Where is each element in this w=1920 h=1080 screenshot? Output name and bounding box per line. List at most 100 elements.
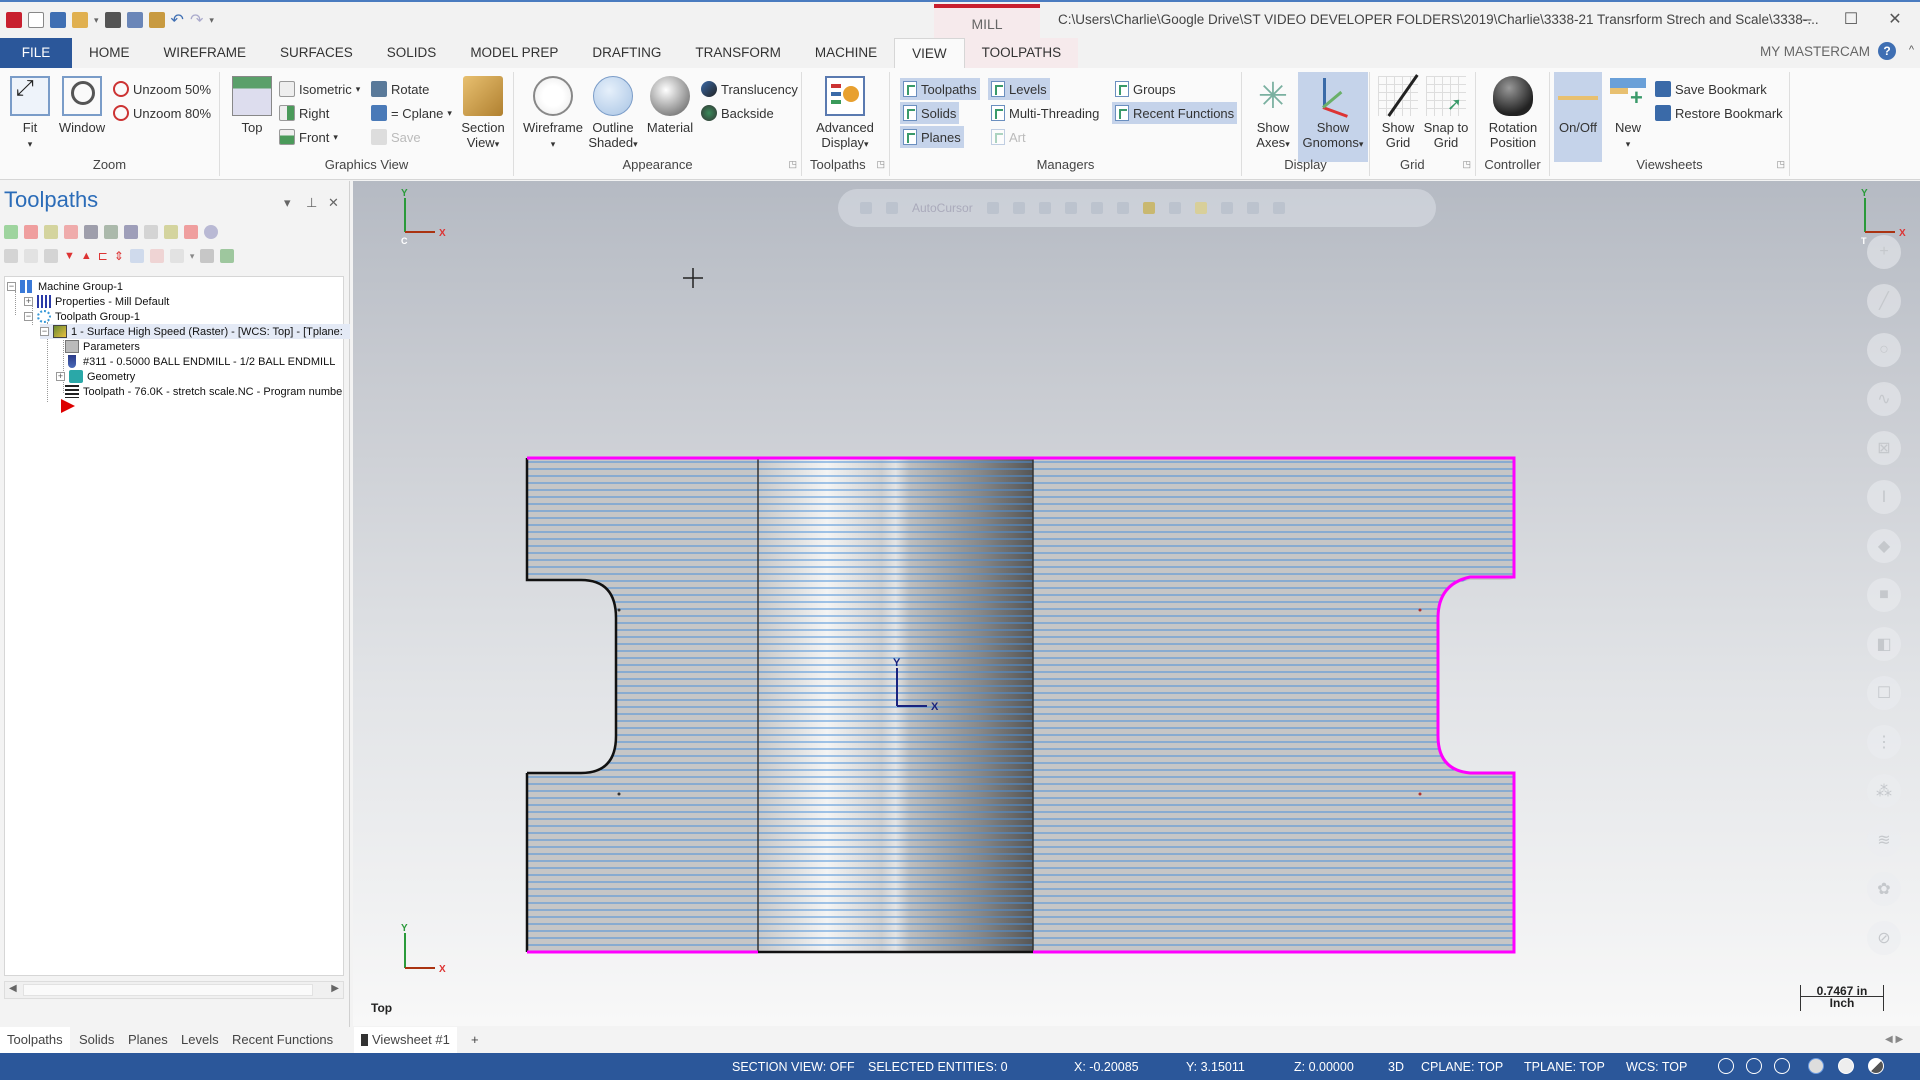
pin-icon[interactable]: ⊥	[306, 195, 317, 211]
regenerate-dirty-icon[interactable]	[64, 225, 78, 239]
mode-3d-toggle[interactable]: 3D	[1388, 1060, 1404, 1074]
mask-result-icon[interactable]: ☐	[1867, 676, 1901, 710]
tab-surfaces[interactable]: SURFACES	[263, 38, 370, 68]
help-icon[interactable]	[204, 225, 218, 239]
print-icon[interactable]	[104, 12, 121, 28]
add-viewsheet-button[interactable]: +	[464, 1027, 486, 1053]
shaded-edges-icon[interactable]	[1838, 1058, 1854, 1074]
bottom-tab-toolpaths[interactable]: Toolpaths	[0, 1027, 70, 1053]
options-dropdown-icon[interactable]: ▾	[190, 251, 195, 262]
tool-display-icon[interactable]	[149, 249, 164, 263]
bottom-tab-levels[interactable]: Levels	[174, 1027, 226, 1053]
section-view-status[interactable]: SECTION VIEW: OFF	[732, 1060, 855, 1074]
lock-icon[interactable]	[4, 249, 18, 263]
deselect-operations-icon[interactable]	[24, 225, 38, 239]
tree-node-operation-1[interactable]: − 1 - Surface High Speed (Raster) - [WCS…	[40, 324, 350, 339]
tab-transform[interactable]: TRANSFORM	[678, 38, 798, 68]
mask-color-icon[interactable]: ⁂	[1867, 774, 1901, 808]
insert-arrow-marker-icon[interactable]	[61, 399, 75, 413]
backside-button[interactable]: Backside	[698, 102, 777, 124]
bottom-tab-solids[interactable]: Solids	[72, 1027, 121, 1053]
stock-model-icon[interactable]	[200, 249, 215, 263]
front-view-button[interactable]: Front ▾	[276, 126, 341, 148]
tree-node-machine-group[interactable]: − Machine Group-1	[7, 279, 123, 294]
mask-line-icon[interactable]: ╱	[1867, 284, 1901, 318]
move-down-icon[interactable]: ▼	[64, 250, 75, 262]
my-mastercam-link[interactable]: MY MASTERCAM	[1760, 44, 1870, 59]
isometric-button[interactable]: Isometric ▾	[276, 78, 363, 100]
regenerate-selected-icon[interactable]	[44, 225, 58, 239]
part-geometry[interactable]: Y X Y X C Y X T Y X	[353, 181, 1920, 1026]
single-op-display-icon[interactable]	[129, 249, 144, 263]
collapse-toggle[interactable]: −	[7, 282, 16, 291]
shaded-icon[interactable]	[1808, 1058, 1824, 1074]
collapse-toggle[interactable]: −	[24, 312, 33, 321]
translucency-status-icon[interactable]	[1868, 1058, 1884, 1074]
new-viewsheet-button[interactable]: + New ▾	[1606, 76, 1650, 152]
help-icon[interactable]: ?	[1878, 42, 1896, 60]
x-coordinate[interactable]: X: -0.20085	[1074, 1060, 1139, 1074]
new-file-icon[interactable]	[28, 12, 44, 28]
tab-solids[interactable]: SOLIDS	[370, 38, 454, 68]
wcs-status[interactable]: WCS: TOP	[1626, 1060, 1687, 1074]
bottom-tab-recent-functions[interactable]: Recent Functions	[225, 1027, 340, 1053]
panel-close-icon[interactable]: ✕	[328, 195, 339, 211]
restore-bookmark-button[interactable]: Restore Bookmark	[1652, 102, 1786, 124]
tab-drafting[interactable]: DRAFTING	[575, 38, 678, 68]
section-view-button[interactable]: Section View▾	[458, 76, 508, 152]
fit-button[interactable]: ⤢ Fit ▾	[8, 76, 52, 152]
bottom-tab-planes[interactable]: Planes	[121, 1027, 175, 1053]
dialog-launcher-icon[interactable]: ◳	[1462, 159, 1471, 170]
save-view-button[interactable]: Save	[368, 126, 424, 148]
tab-machine[interactable]: MACHINE	[798, 38, 894, 68]
highfeed-icon[interactable]	[184, 225, 198, 239]
mask-arc-icon[interactable]: ○	[1867, 333, 1901, 367]
tab-toolpaths[interactable]: TOOLPATHS	[964, 38, 1079, 68]
groups-manager-toggle[interactable]: Groups	[1112, 78, 1179, 100]
material-button[interactable]: Material	[642, 76, 698, 135]
show-grid-button[interactable]: Show Grid	[1374, 74, 1422, 150]
recent-functions-manager-toggle[interactable]: Recent Functions	[1112, 102, 1238, 124]
top-view-button[interactable]: Top	[230, 76, 274, 135]
save-as-icon[interactable]	[126, 12, 143, 28]
open-dropdown-icon[interactable]: ▾	[94, 15, 99, 26]
unzoom-50-button[interactable]: Unzoom 50%	[110, 78, 214, 100]
cplane-view-button[interactable]: = Cplane ▾	[368, 102, 455, 124]
mask-wireframe-icon[interactable]: ≋	[1867, 823, 1901, 857]
mask-group-icon[interactable]: ◧	[1867, 627, 1901, 661]
tab-view[interactable]: VIEW	[894, 38, 965, 68]
simulate-icon[interactable]	[124, 225, 138, 239]
viewsheet-tab[interactable]: Viewsheet #1	[354, 1027, 457, 1053]
insert-arrow-icon[interactable]: ⊏	[98, 249, 108, 263]
redo-icon[interactable]: ↷	[190, 10, 203, 30]
levels-manager-toggle[interactable]: Levels	[988, 78, 1050, 100]
mask-level-icon[interactable]: ⋮	[1867, 725, 1901, 759]
snap-to-grid-button[interactable]: ➚ Snap to Grid	[1422, 76, 1470, 150]
scroll-left-icon[interactable]: ◀	[9, 983, 17, 994]
tree-node-tool[interactable]: #311 - 0.5000 BALL ENDMILL - 1/2 BALL EN…	[65, 354, 335, 369]
advanced-display-button[interactable]: Advanced Display▾	[806, 76, 884, 152]
multi-threading-manager-toggle[interactable]: Multi-Threading	[988, 102, 1102, 124]
scrollbar-thumb[interactable]	[23, 984, 313, 996]
wireframe-view-icon[interactable]	[1718, 1058, 1734, 1074]
move-up-icon[interactable]: ▲	[81, 250, 92, 262]
toggle-display-icon[interactable]	[24, 249, 38, 263]
maximize-button[interactable]: ☐	[1836, 8, 1866, 32]
tab-file[interactable]: FILE	[0, 38, 72, 68]
check-icon[interactable]	[220, 249, 235, 263]
verify-icon[interactable]	[104, 225, 118, 239]
dialog-launcher-icon[interactable]: ◳	[788, 159, 797, 170]
collapse-ribbon-icon[interactable]: ^	[1909, 44, 1914, 56]
mask-mesh-icon[interactable]: ■	[1867, 578, 1901, 612]
window-zoom-button[interactable]: Window	[54, 76, 110, 135]
open-icon[interactable]	[72, 12, 88, 28]
planes-manager-toggle[interactable]: Planes	[900, 126, 964, 148]
tree-node-toolpath-file[interactable]: Toolpath - 76.0K - stretch scale.NC - Pr…	[65, 384, 342, 399]
scroll-to-insert-icon[interactable]: ⇕	[114, 249, 124, 263]
tree-node-geometry[interactable]: + Geometry	[56, 369, 135, 384]
solids-manager-toggle[interactable]: Solids	[900, 102, 960, 124]
tplane-status[interactable]: TPLANE: TOP	[1524, 1060, 1605, 1074]
undo-icon[interactable]: ↶	[171, 10, 184, 30]
translucency-button[interactable]: Translucency	[698, 78, 801, 100]
save-icon[interactable]	[50, 12, 66, 28]
